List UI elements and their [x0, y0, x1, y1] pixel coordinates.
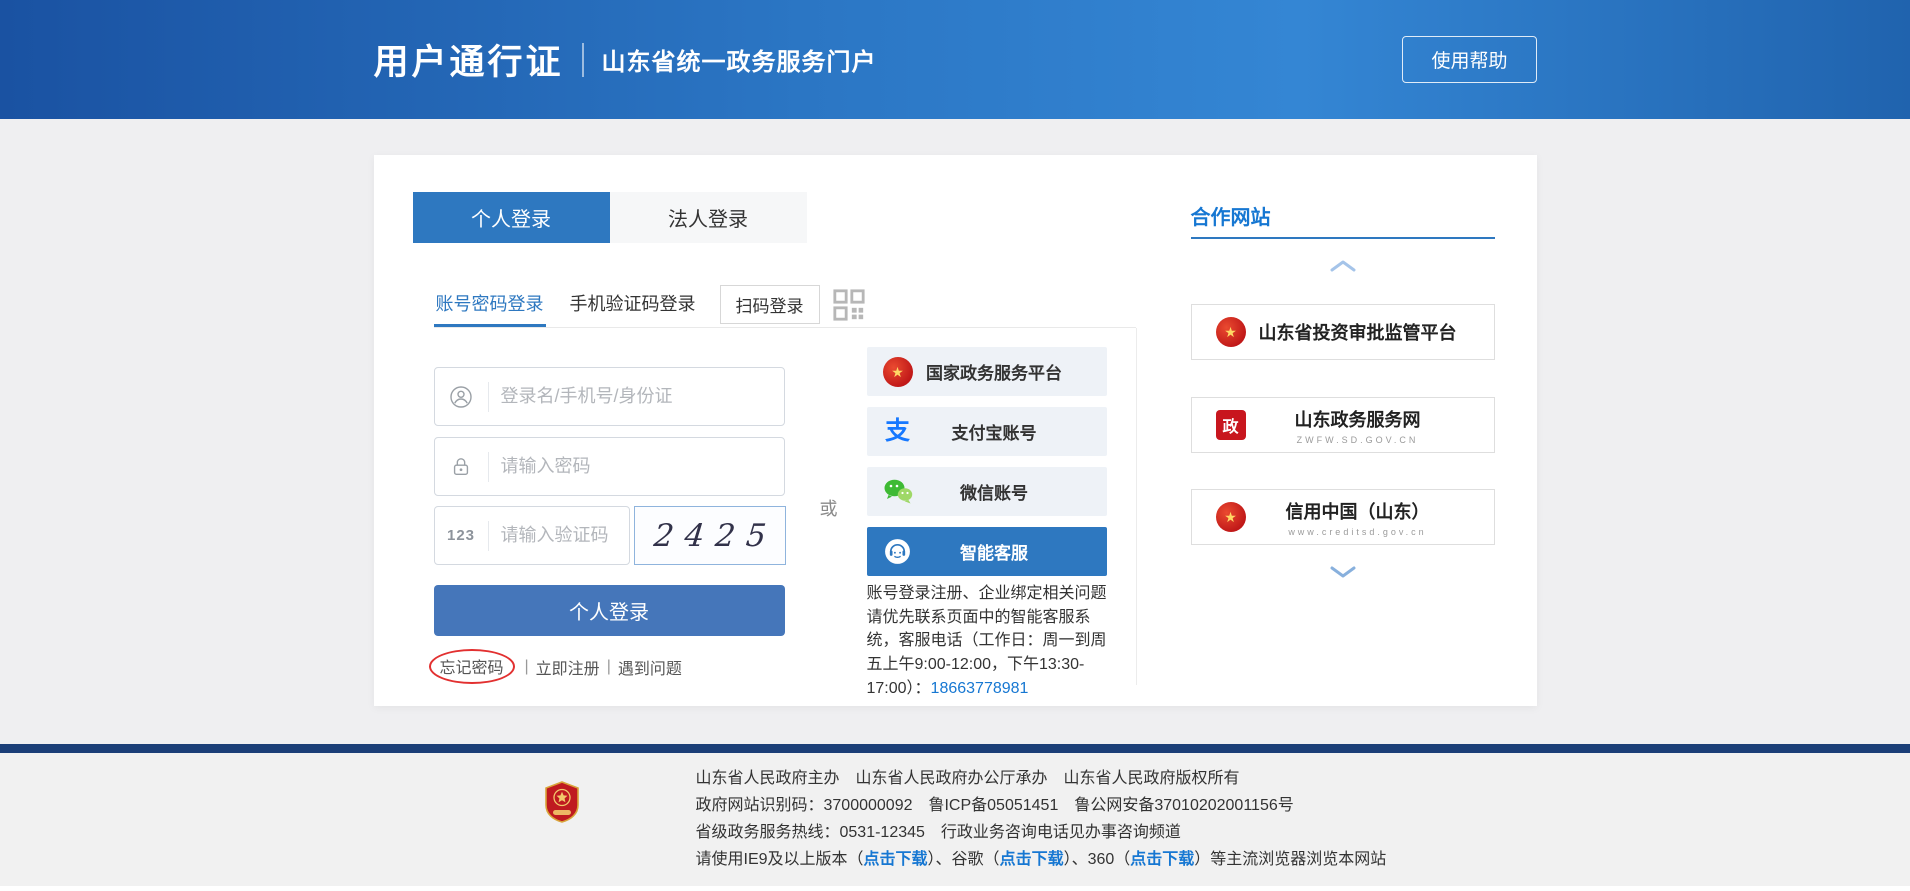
tp-wechat[interactable]: 微信账号 — [867, 467, 1107, 516]
helper-links: 忘记密码 | 立即注册 | 遇到问题 — [429, 649, 682, 684]
link-separator: | — [525, 658, 529, 676]
footer-divider-bar — [0, 744, 1910, 753]
browser-text: ）、360（ — [1064, 851, 1131, 868]
tab-personal-login[interactable]: 个人登录 — [413, 192, 610, 243]
tab-legal-login[interactable]: 法人登录 — [610, 192, 807, 243]
lock-icon — [435, 452, 489, 482]
tp-alipay[interactable]: 支 支付宝账号 — [867, 407, 1107, 456]
password-input[interactable] — [489, 456, 784, 477]
link-separator: | — [607, 658, 611, 676]
customer-service-icon — [882, 536, 914, 568]
browser-text: ）等主流浏览器浏览本网站 — [1194, 851, 1386, 868]
brand: 用户通行证 山东省统一政务服务门户 — [374, 34, 877, 85]
captcha-image[interactable]: 2425 — [634, 506, 786, 565]
partner-title-underline — [1191, 237, 1495, 239]
alipay-icon: 支 — [882, 416, 914, 448]
browser-text: ）、谷歌（ — [928, 851, 1000, 868]
login-type-tabs: 个人登录 法人登录 — [413, 192, 807, 243]
wechat-icon — [882, 476, 914, 508]
partner-site-name: 山东省投资审批监管平台 — [1246, 319, 1470, 345]
tp-national-platform[interactable]: ★ 国家政务服务平台 — [867, 347, 1107, 396]
third-party-login-list: ★ 国家政务服务平台 支 支付宝账号 — [867, 347, 1107, 587]
username-input[interactable] — [489, 386, 784, 407]
tab-password-login[interactable]: 账号密码登录 — [434, 282, 546, 327]
chevron-up-icon[interactable] — [1328, 259, 1358, 273]
browser-text: 请使用IE9及以上版本（ — [696, 851, 864, 868]
tp-smart-service[interactable]: 智能客服 — [867, 527, 1107, 576]
partner-card-credit-china[interactable]: ★ 信用中国（山东） www.creditsd.gov.cn — [1191, 489, 1495, 545]
username-field-wrap — [434, 367, 785, 426]
partner-site-name: 信用中国（山东） — [1246, 498, 1470, 524]
browser360-download-link[interactable]: 点击下载 — [1130, 851, 1194, 868]
national-emblem-icon: ★ — [882, 356, 914, 388]
problem-link[interactable]: 遇到问题 — [618, 655, 682, 679]
tp-label: 智能客服 — [914, 539, 1075, 564]
captcha-field-wrap: 123 — [434, 506, 630, 565]
captcha-input[interactable] — [489, 525, 629, 546]
chrome-download-link[interactable]: 点击下载 — [1000, 851, 1064, 868]
header: 用户通行证 山东省统一政务服务门户 使用帮助 — [0, 0, 1910, 119]
footer-line-sponsor: 山东省人民政府主办 山东省人民政府办公厅承办 山东省人民政府版权所有 — [696, 765, 1387, 792]
ie-download-link[interactable]: 点击下载 — [864, 851, 928, 868]
partner-site-url: ZWFW.SD.GOV.CN — [1246, 435, 1470, 445]
main-area: 个人登录 法人登录 账号密码登录 手机验证码登录 扫码登录 — [0, 119, 1910, 744]
footer: 山东省人民政府主办 山东省人民政府办公厅承办 山东省人民政府版权所有 政府网站识… — [0, 753, 1910, 886]
tp-label: 支付宝账号 — [914, 419, 1075, 444]
national-emblem-icon: ★ — [1216, 317, 1246, 347]
tp-label: 微信账号 — [914, 479, 1075, 504]
tab-sms-login[interactable]: 手机验证码登录 — [568, 282, 698, 327]
forgot-password-link[interactable]: 忘记密码 — [440, 660, 504, 677]
user-icon — [435, 382, 489, 412]
personal-login-button[interactable]: 个人登录 — [434, 585, 785, 636]
help-button[interactable]: 使用帮助 — [1402, 36, 1536, 83]
partner-sites-title: 合作网站 — [1191, 201, 1271, 230]
forgot-password-highlight-circle: 忘记密码 — [429, 649, 515, 684]
tp-label: 国家政务服务平台 — [914, 359, 1075, 384]
login-method-tabs: 账号密码登录 手机验证码登录 扫码登录 — [434, 282, 1136, 328]
or-divider: 或 — [820, 495, 838, 521]
partner-card-zwfw[interactable]: 政 山东政务服务网 ZWFW.SD.GOV.CN — [1191, 397, 1495, 453]
password-field-wrap — [434, 437, 785, 496]
vertical-divider — [1136, 328, 1137, 685]
partner-site-name: 山东政务服务网 — [1246, 406, 1470, 432]
footer-line-browser: 请使用IE9及以上版本（点击下载）、谷歌（点击下载）、360（点击下载）等主流浏… — [696, 846, 1387, 873]
footer-line-hotline: 省级政务服务热线：0531-12345 行政业务咨询电话见办事咨询频道 — [696, 819, 1387, 846]
page-title: 用户通行证 — [374, 34, 564, 85]
service-notice: 账号登录注册、企业绑定相关问题请优先联系页面中的智能客服系统，客服电话（工作日：… — [867, 582, 1115, 700]
numbers-icon: 123 — [435, 521, 489, 551]
national-emblem-icon: ★ — [1216, 502, 1246, 532]
login-card: 个人登录 法人登录 账号密码登录 手机验证码登录 扫码登录 — [374, 155, 1537, 706]
gov-shield-badge-icon[interactable] — [544, 781, 580, 828]
register-link[interactable]: 立即注册 — [536, 655, 600, 679]
partner-site-url: www.creditsd.gov.cn — [1246, 527, 1470, 537]
footer-line-icp: 政府网站识别码：3700000092 鲁ICP备05051451 鲁公网安备37… — [696, 792, 1387, 819]
captcha-value: 2425 — [641, 518, 779, 554]
service-phone-link[interactable]: 18663778981 — [931, 680, 1029, 697]
partner-card-investment-platform[interactable]: ★ 山东省投资审批监管平台 — [1191, 304, 1495, 360]
portal-subtitle: 山东省统一政务服务门户 — [602, 42, 877, 77]
title-divider — [582, 43, 584, 77]
chevron-down-icon[interactable] — [1328, 565, 1358, 579]
gov-seal-icon: 政 — [1216, 410, 1246, 440]
qr-code-icon[interactable] — [832, 288, 866, 322]
tab-scan-login[interactable]: 扫码登录 — [720, 285, 820, 324]
